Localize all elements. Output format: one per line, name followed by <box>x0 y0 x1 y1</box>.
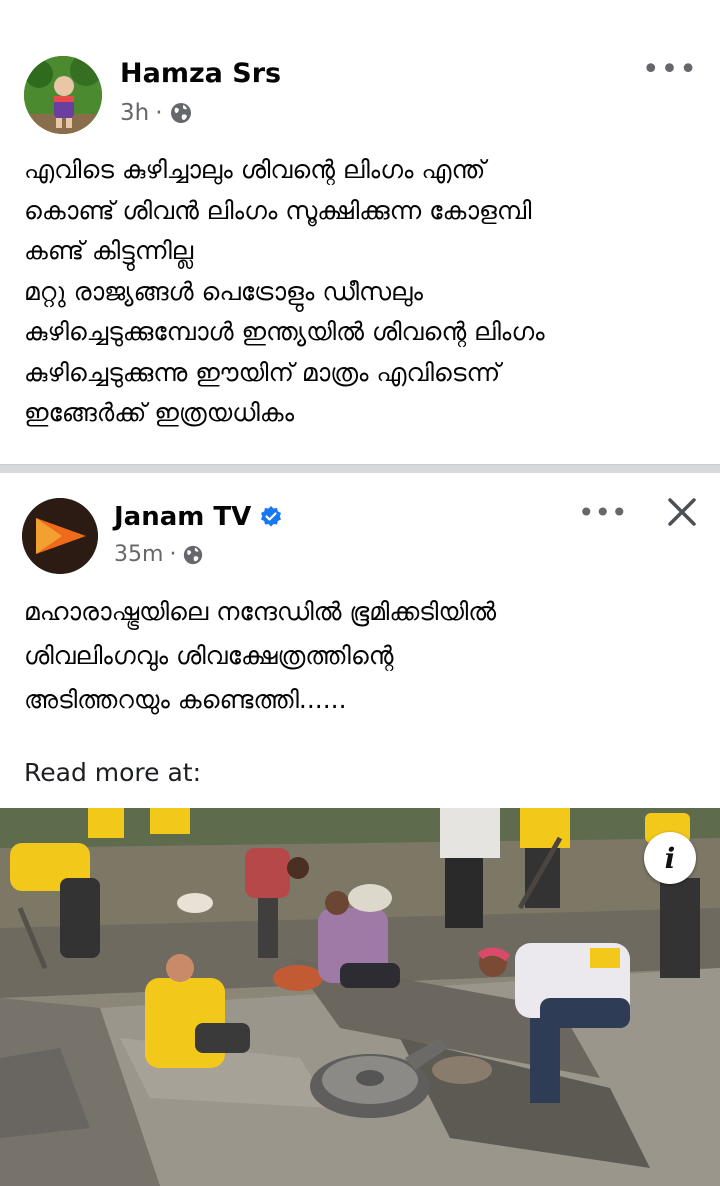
read-more-text: Read more at: <box>24 758 202 787</box>
post-line: എവിടെ കുഴിച്ചാലും ശിവന്റെ ലിംഗം എന്ത് <box>24 155 486 184</box>
info-icon[interactable]: i <box>644 832 696 884</box>
close-icon[interactable] <box>664 494 700 530</box>
post-line: കൊണ്ട് ശിവൻ ലിംഗം സൂക്ഷിക്കുന്ന കോളമ്പി <box>24 195 532 225</box>
post-header: Hamza Srs 3h · ••• <box>0 52 720 136</box>
shared-post-body: മഹാരാഷ്ട്രയിലെ നന്ദേഡിൽ ഭൂമിക്കടിയിൽ ശിവ… <box>24 590 704 722</box>
excavation-photo[interactable] <box>0 808 720 1186</box>
globe-icon <box>170 103 191 123</box>
shared-post-header: Janam TV 35m · ••• <box>0 480 720 580</box>
author-name[interactable]: Hamza Srs <box>120 58 281 89</box>
meta-separator: · <box>169 542 177 567</box>
shared-post-time[interactable]: 35m <box>114 542 163 567</box>
shared-author-label[interactable]: Janam TV <box>114 502 251 532</box>
post-time[interactable]: 3h <box>120 100 149 126</box>
post-line: മറ്റു രാജ്യങ്ങൾ പെട്രോളും ഡീസലും <box>24 276 423 306</box>
more-options-icon[interactable]: ••• <box>642 52 698 87</box>
shared-line: അടിത്തറയും കണ്ടെത്തി...... <box>24 685 347 714</box>
shared-line: ശിവലിംഗവും ശിവക്ഷേത്രത്തിന്റെ <box>24 641 394 670</box>
post-line: കുഴിച്ചെടുക്കുമ്പോൾ ഇന്ത്യയിൽ ശിവന്റെ ലി… <box>24 317 545 346</box>
shared-post-meta: 35m · <box>114 542 204 567</box>
shared-more-options-icon[interactable]: ••• <box>578 496 628 529</box>
verified-badge-icon <box>261 506 282 527</box>
globe-icon <box>184 545 203 564</box>
post-line: ഇങ്ങേർക്ക് ഇത്രയധികം <box>24 398 295 427</box>
post-divider <box>0 464 720 473</box>
shared-line: മഹാരാഷ്ട്രയിലെ നന്ദേഡിൽ ഭൂമിക്കടിയിൽ <box>24 597 497 626</box>
janam-tv-logo[interactable] <box>22 498 98 574</box>
avatar[interactable] <box>24 56 102 134</box>
post-line: കണ്ട് കിട്ടുന്നില്ല <box>24 236 194 265</box>
post-meta: 3h · <box>120 100 193 126</box>
post-line: കുഴിച്ചെടുക്കുന്നു ഈയിന് മാത്രം എവിടെന്ന… <box>24 357 501 387</box>
meta-separator: · <box>155 100 163 126</box>
shared-author-name[interactable]: Janam TV <box>114 502 283 532</box>
post-body: എവിടെ കുഴിച്ചാലും ശിവന്റെ ലിംഗം എന്ത് കൊ… <box>24 150 704 434</box>
